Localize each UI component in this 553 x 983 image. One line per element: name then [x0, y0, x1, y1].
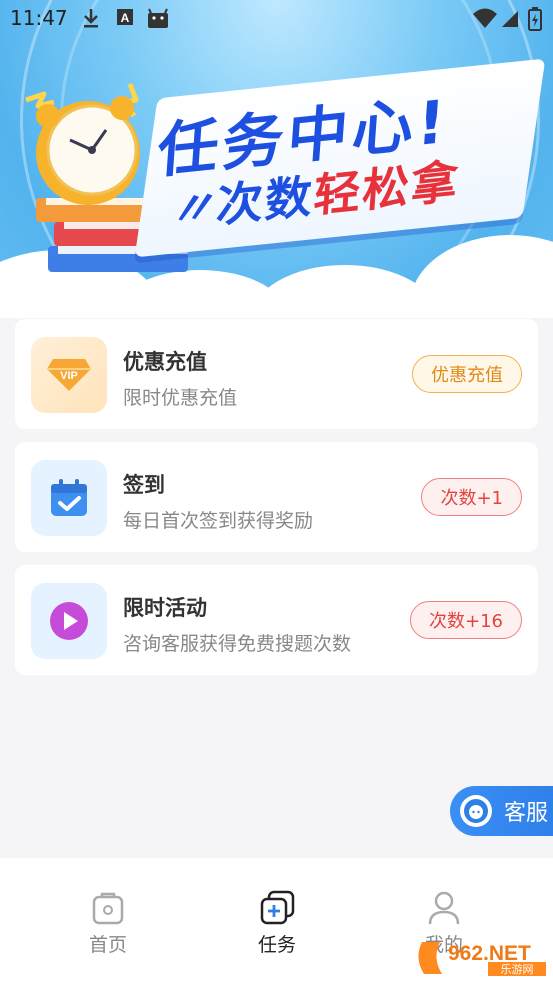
status-time: 11:47: [10, 6, 68, 30]
site-watermark-logo: 962.NET 乐游网: [418, 942, 546, 976]
user-icon: [428, 891, 460, 925]
battery-icon: [528, 7, 542, 31]
customer-service-button[interactable]: 客服: [450, 786, 553, 836]
wifi-icon: [473, 8, 497, 28]
service-label: 客服: [504, 801, 549, 826]
banner-subtitle-highlight: 轻松拿: [311, 154, 462, 223]
play-circle-icon: [31, 583, 107, 659]
svg-text:962.NET: 962.NET: [448, 942, 531, 965]
svg-text:A: A: [121, 11, 130, 25]
banner-subtitle-prefix: 次数: [214, 169, 316, 233]
vip-diamond-icon: VIP: [31, 337, 107, 413]
nav-home[interactable]: 首页: [68, 888, 148, 957]
card-desc: 咨询客服获得免费搜题次数: [123, 633, 352, 655]
card-limited-activity[interactable]: 限时活动 咨询客服获得免费搜题次数 次数+16: [15, 565, 538, 675]
home-bag-icon: [92, 892, 124, 925]
svg-text:乐游网: 乐游网: [501, 963, 534, 976]
activity-button[interactable]: 次数+16: [410, 601, 522, 639]
status-bar: 11:47 A: [0, 0, 553, 36]
a-icon: A: [117, 9, 133, 25]
signal-icon: [502, 11, 518, 27]
card-title: 限时活动: [123, 596, 207, 620]
nav-label-task: 任务: [257, 934, 296, 956]
download-icon: [84, 9, 98, 28]
nav-label-home: 首页: [88, 934, 127, 956]
card-desc: 限时优惠充值: [123, 387, 238, 409]
recharge-button[interactable]: 优惠充值: [412, 355, 522, 393]
card-title: 优惠充值: [123, 350, 207, 374]
task-center-banner: 任务中心! 〃次数轻松拿: [0, 0, 553, 318]
task-plus-icon: [260, 890, 295, 925]
card-desc: 每日首次签到获得奖励: [123, 510, 314, 532]
calendar-check-icon: [31, 460, 107, 536]
checkin-button[interactable]: 次数+1: [421, 478, 522, 516]
card-checkin[interactable]: 签到 每日首次签到获得奖励 次数+1: [15, 442, 538, 552]
card-title: 签到: [123, 473, 165, 497]
service-avatar-icon: [460, 795, 492, 827]
card-recharge[interactable]: VIP 优惠充值 限时优惠充值 优惠充值: [15, 319, 538, 429]
android-icon: [148, 8, 168, 28]
nav-task[interactable]: 任务: [237, 888, 317, 957]
svg-text:VIP: VIP: [60, 370, 78, 382]
